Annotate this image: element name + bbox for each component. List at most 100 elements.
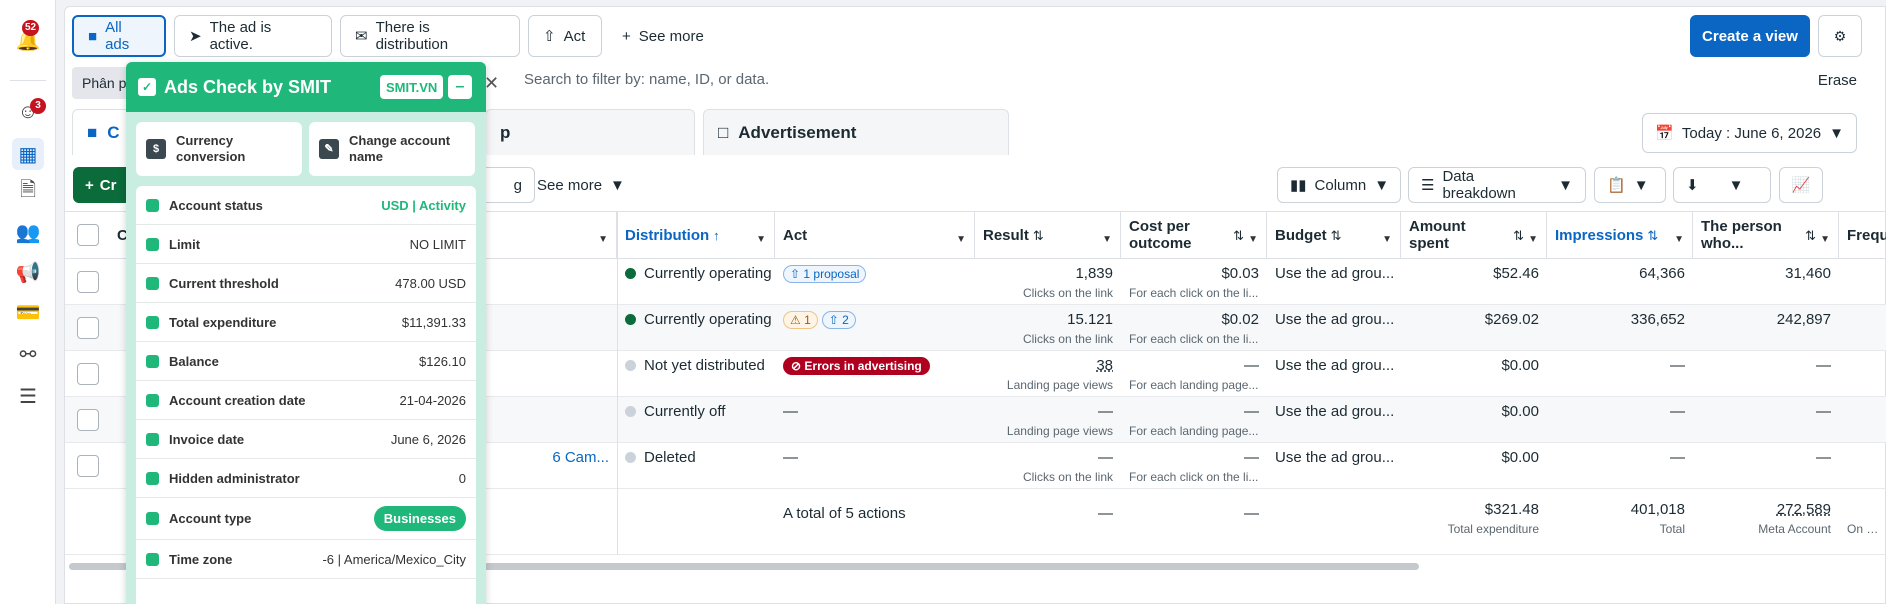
act-text: — — [783, 449, 798, 466]
spent-cell: $269.02 — [1484, 311, 1539, 328]
result-value: 1,839 — [1075, 265, 1113, 282]
change-account-name-button[interactable]: ✎ Change account name — [309, 122, 475, 176]
cost-cell: — For each landing page... — [1121, 351, 1267, 397]
reports-icon[interactable]: 🗎 — [12, 176, 44, 208]
col-act[interactable]: Act ▼ — [775, 212, 975, 258]
toolbar-label: g — [513, 176, 522, 194]
col-budget[interactable]: Budget ⇅ ▼ — [1267, 212, 1401, 258]
see-more-chips-button[interactable]: + See more — [608, 15, 718, 57]
totals-value: $321.48 — [1484, 501, 1539, 518]
warning-pill[interactable]: ⚠ 1 — [783, 311, 818, 329]
billing-card-icon[interactable]: 💳 — [12, 296, 44, 328]
row-checkbox[interactable] — [77, 455, 99, 477]
col-label: Impressions — [1555, 226, 1644, 244]
see-more-label: See more — [638, 27, 704, 45]
sort-icon: ⇅ — [1647, 227, 1659, 243]
view-chips-bar: ■ All ads ➤ The ad is active. ✉ There is… — [72, 15, 1885, 59]
error-pill[interactable]: ⊘ Errors in advertising — [783, 357, 930, 375]
row-checkbox[interactable] — [77, 271, 99, 293]
campaigns-megaphone-icon[interactable]: 📢 — [12, 256, 44, 288]
upload-circle-icon: ⇧ — [543, 28, 556, 45]
business-settings-icon[interactable]: ⚯ — [12, 338, 44, 370]
notifications-badge: 52 — [22, 20, 40, 36]
totals-sub: Total — [1659, 522, 1685, 536]
cost-value: $0.02 — [1221, 311, 1259, 328]
act-cell: ⚠ 1 ⇧ 2 — [775, 305, 975, 351]
cost-sub: For each landing page... — [1129, 424, 1259, 438]
reports-dropdown-button[interactable]: 📋 ▼ — [1594, 167, 1666, 203]
menu-icon[interactable]: ☰ — [12, 380, 44, 412]
data-breakdown-button[interactable]: ☰ Data breakdown ▼ — [1408, 167, 1586, 203]
col-frequency[interactable]: Frequency — [1839, 212, 1886, 258]
impressions-cell: 64,366 — [1639, 265, 1685, 282]
totals-spent: $321.48 Total expenditure — [1401, 495, 1547, 551]
col-label: Cost per outcome — [1129, 218, 1192, 252]
minimize-button[interactable]: – — [448, 75, 472, 99]
caret-down-icon: ▼ — [1374, 176, 1390, 194]
account-info-list: Account status USD | Activity Limit NO LIMI… — [136, 186, 476, 604]
sort-icon: ⇅ — [1330, 227, 1342, 243]
date-range-button[interactable]: 📅 Today : June 6, 2026 ▼ — [1642, 113, 1857, 153]
info-label: Balance — [169, 353, 219, 369]
chart-toggle-button[interactable]: 📈 — [1779, 167, 1823, 203]
tab-campaigns[interactable]: ■ C — [72, 109, 132, 155]
info-label: Time zone — [169, 551, 233, 567]
proposal-pill[interactable]: ⇧ 2 — [821, 311, 856, 329]
status-text: Not yet distributed — [644, 357, 765, 374]
search-input[interactable]: Search to filter by: name, ID, or data. — [524, 71, 769, 88]
calendar-icon: 📅 — [1655, 125, 1674, 142]
column-divider — [617, 211, 618, 555]
row-checkbox[interactable] — [77, 409, 99, 431]
col-name-tail[interactable]: ▼ — [469, 212, 617, 258]
act-cell: ⊘ Errors in advertising — [775, 351, 975, 397]
sort-icon: ⇅ — [1805, 227, 1816, 243]
account-info-row: Total expenditure $11,391.33 — [136, 303, 476, 342]
ads-manager-table-icon[interactable]: ▦ — [12, 138, 44, 170]
download-icon: ⬇ — [1686, 177, 1699, 194]
result-value: 38 — [1096, 357, 1113, 374]
currency-conversion-button[interactable]: $ Currency conversion — [136, 122, 302, 176]
col-amount-spent[interactable]: Amount spent ⇅ ▼ — [1401, 212, 1547, 258]
tab-ad-sets[interactable]: p — [485, 109, 695, 155]
panel-btn-label: Currency conversion — [176, 133, 246, 164]
act-cell: ⇧ 1 proposal — [775, 259, 975, 305]
chip-act[interactable]: ⇧ Act — [528, 15, 602, 57]
cost-cell: — For each landing page... — [1121, 397, 1267, 443]
smit-link[interactable]: SMIT.VN — [380, 75, 444, 99]
chip-all-ads[interactable]: ■ All ads — [72, 15, 166, 57]
erase-button[interactable]: Erase — [1818, 72, 1857, 89]
status-dot-icon — [625, 268, 636, 279]
tab-advertisement[interactable]: □ Advertisement — [703, 109, 1009, 155]
clear-filter-icon[interactable]: ✕ — [484, 73, 499, 94]
col-result[interactable]: Result ⇅ ▼ — [975, 212, 1121, 258]
row-checkbox[interactable] — [77, 363, 99, 385]
tab-label: Advertisement — [738, 122, 857, 142]
column-button[interactable]: ▮▮ Column ▼ — [1277, 167, 1401, 203]
cost-cell: $0.03 For each click on the li... — [1121, 259, 1267, 305]
col-distribution[interactable]: Distribution ↑ ▼ — [617, 212, 775, 258]
col-label: Result — [983, 226, 1029, 244]
col-impressions[interactable]: Impressions ⇅ ▼ — [1547, 212, 1693, 258]
totals-reach: 272,589 Meta Account — [1693, 495, 1839, 551]
account-info-row: Time zone -6 | America/Mexico_City — [136, 540, 476, 579]
distribution-status: Currently operating — [617, 259, 775, 305]
warning-count: 1 — [804, 313, 811, 327]
create-label: Cr — [99, 176, 117, 194]
export-dropdown-button[interactable]: ⬇ ▼ — [1673, 167, 1771, 203]
info-label: Limit — [169, 236, 201, 252]
col-label: The person who... — [1701, 218, 1782, 252]
col-reach[interactable]: The person who... ⇅ ▼ — [1693, 212, 1839, 258]
col-cost-per-outcome[interactable]: Cost per outcome ⇅ ▼ — [1121, 212, 1267, 258]
totals-value: 272,589 — [1776, 501, 1831, 518]
info-label: Current threshold — [169, 275, 279, 291]
audiences-icon[interactable]: 👥 — [12, 216, 44, 248]
select-all-checkbox[interactable] — [77, 224, 99, 246]
row-checkbox[interactable] — [77, 317, 99, 339]
see-more-toolbar-button[interactable]: See more ▼ — [525, 167, 637, 203]
proposal-pill[interactable]: ⇧ 1 proposal — [783, 265, 867, 283]
create-view-button[interactable]: Create a view — [1690, 15, 1810, 57]
view-settings-button[interactable]: ⚙ — [1818, 15, 1862, 57]
chip-distribution[interactable]: ✉ There is distribution — [340, 15, 520, 57]
chip-ad-active[interactable]: ➤ The ad is active. — [174, 15, 332, 57]
account-info-row: Hidden administrator 0 — [136, 459, 476, 498]
